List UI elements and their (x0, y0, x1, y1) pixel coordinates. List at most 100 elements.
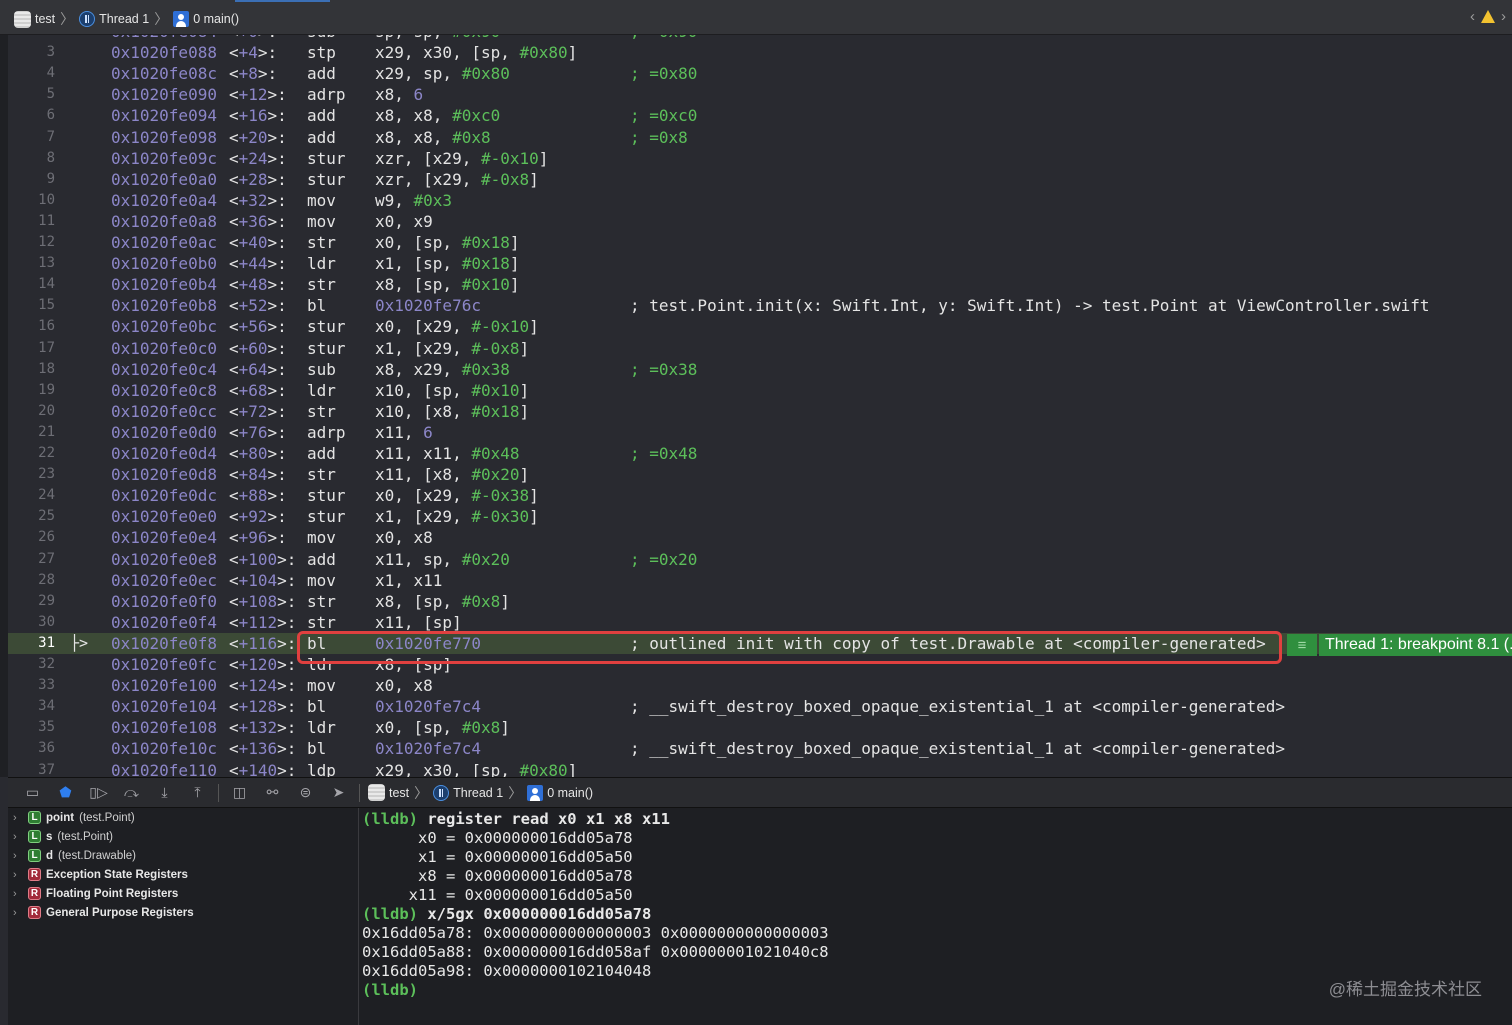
operand-text: x11, (375, 422, 424, 442)
environment-overrides-button[interactable]: ⊜ (289, 781, 322, 805)
variable-row[interactable]: › Lpoint (test.Point) (8, 808, 358, 827)
menu-icon[interactable]: ≡ (1287, 634, 1317, 656)
breadcrumb-frame[interactable]: 0 main() (527, 784, 593, 801)
breakpoint-annotation[interactable]: ≡ Thread 1: breakpoint 8.1 (... (1287, 634, 1512, 656)
simulate-location-button[interactable]: ➤ (322, 781, 355, 805)
code-line[interactable]: 14 0x1020fe0b4 <+48>: str x8, [sp, #0x10] (8, 274, 1512, 295)
code-line[interactable]: 10 0x1020fe0a4 <+32>: mov w9, #0x3 (8, 190, 1512, 211)
operand-text: x8, (375, 85, 414, 105)
warning-icon[interactable] (1481, 10, 1495, 23)
disclosure-chevron-icon[interactable]: › (13, 831, 23, 843)
offset-value: +68 (238, 380, 268, 400)
code-line[interactable]: 5 0x1020fe090 <+12>: adrp x8, 6 (8, 84, 1512, 105)
mnemonic: str (307, 275, 336, 295)
operand-text: x0, x8 (375, 528, 433, 548)
breadcrumb-app[interactable]: test (368, 784, 409, 801)
code-line[interactable]: 20 0x1020fe0cc <+72>: str x10, [x8, #0x18] (8, 401, 1512, 422)
disclosure-chevron-icon[interactable]: › (13, 850, 23, 862)
operands: x1, [sp, #0x18] (375, 253, 520, 274)
code-line[interactable]: 22 0x1020fe0d4 <+80>: add x11, x11, #0x48 ; =… (8, 443, 1512, 464)
variable-name: d (46, 849, 54, 862)
code-line[interactable]: 24 0x1020fe0dc <+88>: stur x0, [x29, #-0x38] (8, 485, 1512, 506)
instruction-address: 0x1020fe0f0 (111, 591, 217, 611)
code-line[interactable]: 17 0x1020fe0c0 <+60>: stur x1, [x29, #-0x8] (8, 338, 1512, 359)
code-line[interactable]: 36 0x1020fe10c <+136>: bl 0x1020fe7c4 ; __swi… (8, 738, 1512, 759)
mnemonic: bl (307, 296, 327, 316)
code-line[interactable]: 23 0x1020fe0d8 <+84>: str x11, [x8, #0x20] (8, 464, 1512, 485)
operands: x0, x8 (375, 527, 433, 548)
code-line[interactable]: 12 0x1020fe0ac <+40>: str x0, [sp, #0x18] (8, 232, 1512, 253)
lldb-prompt: (lldb) (362, 981, 418, 999)
code-line[interactable]: 18 0x1020fe0c4 <+64>: sub x8, x29, #0x38 ; =0… (8, 359, 1512, 380)
code-line[interactable]: 2 0x1020fe084 <+0>: sub sp, sp, #0x90 ; =0x90 (8, 35, 1512, 42)
disclosure-chevron-icon[interactable]: › (13, 888, 23, 900)
instruction-address: 0x1020fe094 (111, 106, 217, 126)
operands: x8, x29, #0x38 (375, 359, 510, 380)
code-line[interactable]: 30 0x1020fe0f4 <+112>: str x11, [sp] (8, 612, 1512, 633)
code-line[interactable]: 29 0x1020fe0f0 <+108>: str x8, [sp, #0x8] (8, 591, 1512, 612)
step-out-button[interactable]: ⤒ (181, 781, 214, 805)
hide-debug-area-button[interactable]: ▭ (16, 781, 49, 805)
offset-value: +108 (238, 591, 278, 611)
code-line[interactable]: 32 0x1020fe0fc <+120>: ldr x8, [sp] (8, 654, 1512, 675)
code-line[interactable]: 9 0x1020fe0a0 <+28>: stur xzr, [x29, #-0x8] (8, 169, 1512, 190)
code-line[interactable]: 26 0x1020fe0e4 <+96>: mov x0, x8 (8, 527, 1512, 548)
variable-row[interactable]: › R Exception State Registers (8, 865, 358, 884)
operand-literal: #-0x38 (471, 486, 530, 506)
operand-suffix: ] (519, 380, 530, 400)
disclosure-chevron-icon[interactable]: › (13, 907, 23, 919)
view-hierarchy-button[interactable]: ◫ (223, 781, 256, 805)
code-line[interactable]: 28 0x1020fe0ec <+104>: mov x1, x11 (8, 570, 1512, 591)
chevron-left-icon[interactable]: ‹ (1470, 8, 1475, 25)
offset-value: +92 (238, 507, 268, 527)
code-line[interactable]: 15 0x1020fe0b8 <+52>: bl 0x1020fe76c ; test.P… (8, 295, 1512, 316)
instruction-offset: <+64>: (229, 359, 287, 379)
variable-row[interactable]: › Ls (test.Point) (8, 827, 358, 846)
memory-graph-button[interactable]: ⚯ (256, 781, 289, 805)
console-output: x11 = 0x000000016dd05a50 (362, 886, 633, 904)
code-line[interactable]: 33 0x1020fe100 <+124>: mov x0, x8 (8, 675, 1512, 696)
code-line[interactable]: 3 0x1020fe088 <+4>: stp x29, x30, [sp, #0x80… (8, 42, 1512, 63)
operand-literal: 0x1020fe7c4 (375, 697, 481, 717)
step-over-button[interactable]: ⤼ (115, 781, 148, 805)
instruction-offset: <+40>: (229, 233, 287, 252)
instruction-address: 0x1020fe088 (111, 43, 217, 63)
disclosure-chevron-icon[interactable]: › (13, 812, 23, 824)
code-line[interactable]: 7 0x1020fe098 <+20>: add x8, x8, #0x8 ; =0x8 (8, 127, 1512, 148)
code-line[interactable]: 21 0x1020fe0d0 <+76>: adrp x11, 6 (8, 422, 1512, 443)
program-counter-icon[interactable]: ├> (70, 633, 88, 654)
code-line[interactable]: 13 0x1020fe0b0 <+44>: ldr x1, [sp, #0x18] (8, 253, 1512, 274)
code-line[interactable]: 6 0x1020fe094 <+16>: add x8, x8, #0xc0 ; =0xc… (8, 105, 1512, 126)
code-line[interactable]: 19 0x1020fe0c8 <+68>: ldr x10, [sp, #0x10] (8, 380, 1512, 401)
code-line[interactable]: 11 0x1020fe0a8 <+36>: mov x0, x9 (8, 211, 1512, 232)
disassembly-editor[interactable]: 2 0x1020fe084 <+0>: sub sp, sp, #0x90 ; =0x90… (8, 35, 1512, 777)
code-line[interactable]: 16 0x1020fe0bc <+56>: stur x0, [x29, #-0x10] (8, 316, 1512, 337)
app-icon (14, 10, 31, 28)
variable-row[interactable]: › Ld (test.Drawable) (8, 846, 358, 865)
operand-text: sp, sp, (375, 35, 452, 41)
code-line[interactable]: 4 0x1020fe08c <+8>: add x29, sp, #0x80 ; =0x8… (8, 63, 1512, 84)
code-line[interactable]: 37 0x1020fe110 <+140>: ldp x29, x30, [sp, #0… (8, 760, 1512, 778)
operands: x29, x30, [sp, #0x80] (375, 42, 577, 63)
breakpoints-toggle-button[interactable]: ⬟ (49, 781, 82, 805)
breadcrumb-app[interactable]: test (14, 10, 55, 28)
operand-text: x0, x9 (375, 211, 433, 231)
breadcrumb-frame[interactable]: 0 main() (173, 11, 239, 27)
offset-value: +12 (238, 85, 268, 105)
operand-suffix: ] (509, 254, 520, 274)
breadcrumb-thread[interactable]: Thread 1 (433, 784, 503, 801)
disclosure-chevron-icon[interactable]: › (13, 869, 23, 881)
continue-button[interactable]: ▯▷ (82, 781, 115, 805)
debug-toolbar: ▭ ⬟ ▯▷ ⤼ ⤓ ⤒ ◫ ⚯ ⊜ ➤ test 〉 Thread 1 〉 0… (8, 777, 1512, 808)
code-line[interactable]: 8 0x1020fe09c <+24>: stur xzr, [x29, #-0x10] (8, 148, 1512, 169)
code-line[interactable]: 35 0x1020fe108 <+132>: ldr x0, [sp, #0x8] (8, 717, 1512, 738)
instruction-address: 0x1020fe0cc (111, 401, 217, 421)
chevron-right-icon[interactable]: › (1501, 8, 1506, 25)
code-line[interactable]: 34 0x1020fe104 <+128>: bl 0x1020fe7c4 ; __swi… (8, 696, 1512, 717)
step-into-button[interactable]: ⤓ (148, 781, 181, 805)
variable-row[interactable]: › R General Purpose Registers (8, 903, 358, 922)
variable-row[interactable]: › R Floating Point Registers (8, 884, 358, 903)
code-line[interactable]: 25 0x1020fe0e0 <+92>: stur x1, [x29, #-0x30] (8, 506, 1512, 527)
breadcrumb-thread[interactable]: Thread 1 (79, 11, 149, 27)
code-line[interactable]: 27 0x1020fe0e8 <+100>: add x11, sp, #0x20 ; =… (8, 549, 1512, 570)
